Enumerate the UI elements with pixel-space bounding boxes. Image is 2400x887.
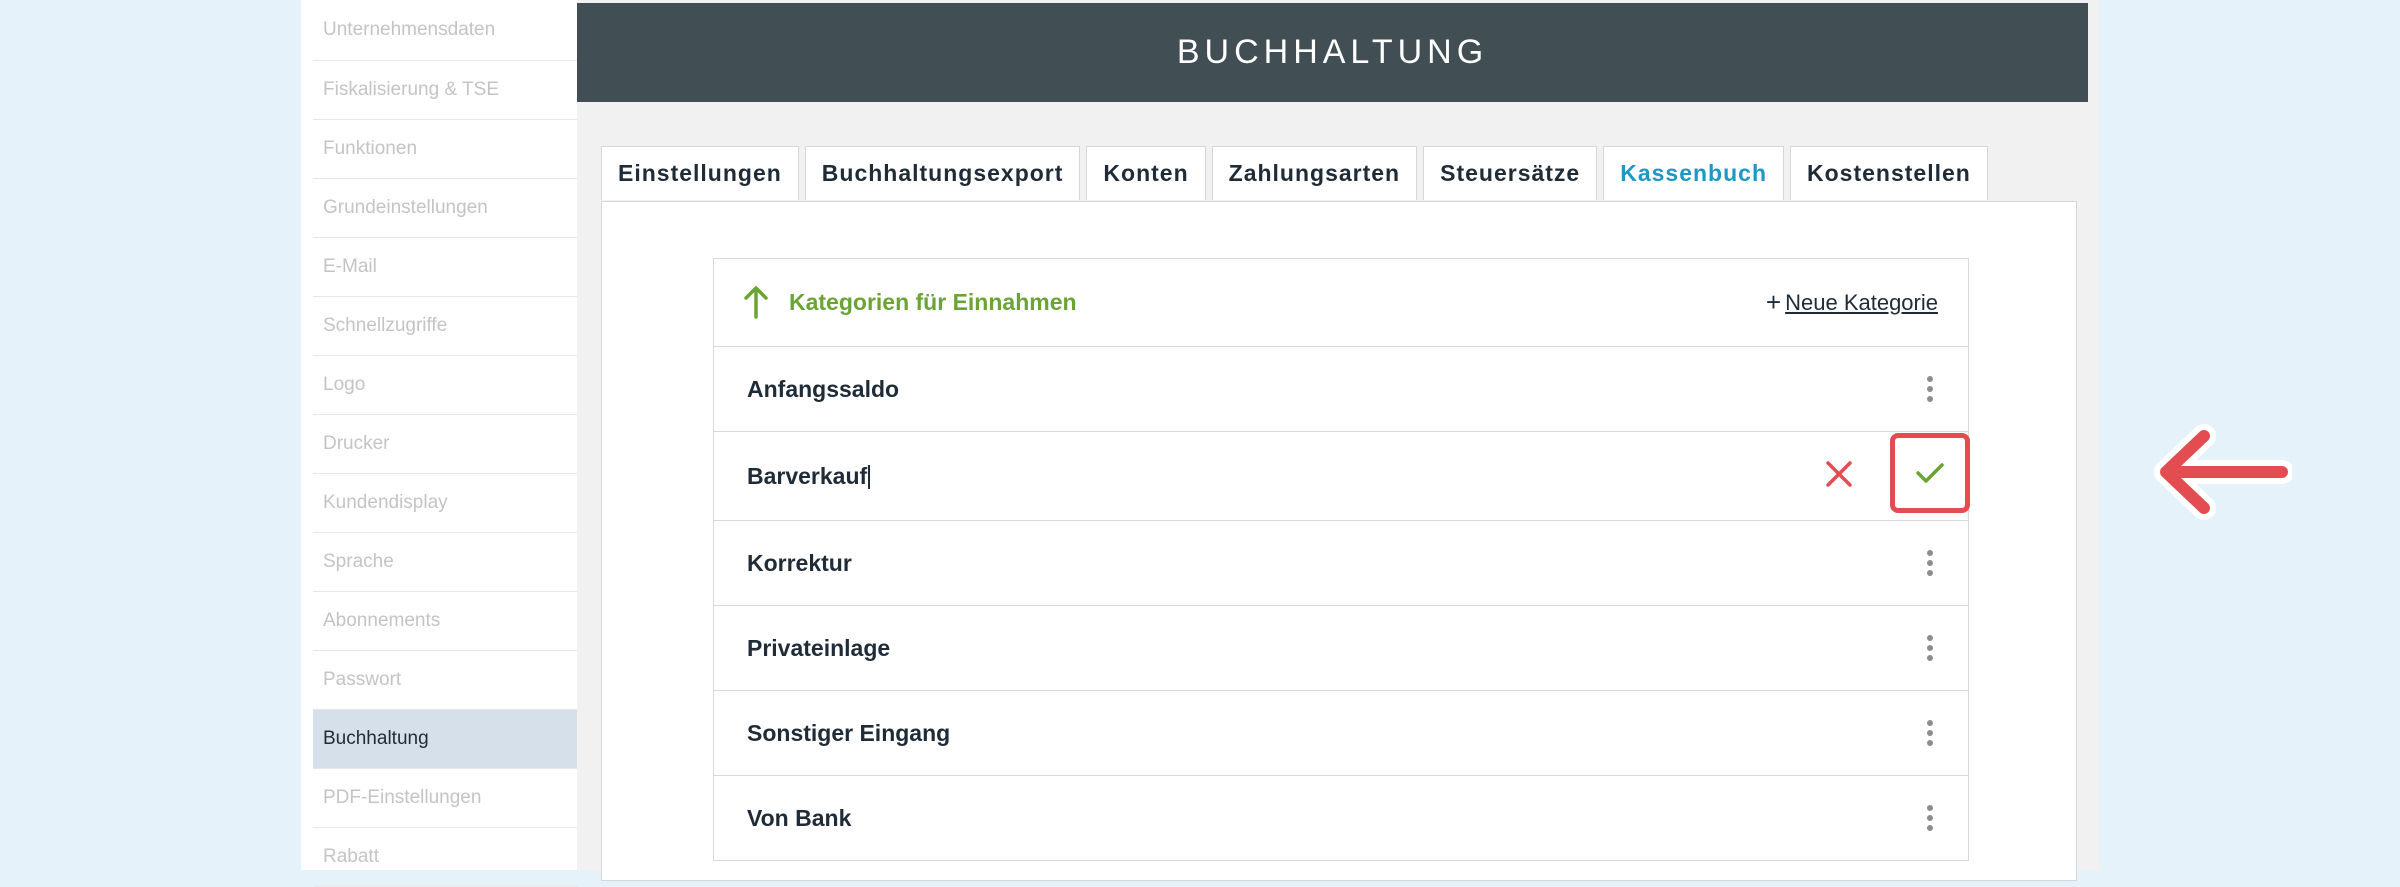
main-content: BUCHHALTUNG Einstellungen Buchhaltungsex… xyxy=(577,0,2099,881)
app-window: Unternehmensdaten Fiskalisierung & TSE F… xyxy=(301,0,2099,887)
tab-label: Kostenstellen xyxy=(1807,160,1971,186)
category-list-title: Kategorien für Einnahmen xyxy=(789,289,1077,315)
sidebar-item-label: Fiskalisierung & TSE xyxy=(323,79,499,100)
tab-zahlungsarten[interactable]: Zahlungsarten xyxy=(1211,146,1418,200)
sidebar-item-passwort[interactable]: Passwort xyxy=(313,651,577,710)
arrow-left-icon xyxy=(2154,424,2292,520)
tab-kassenbuch[interactable]: Kassenbuch xyxy=(1603,146,1784,200)
page-title: BUCHHALTUNG xyxy=(577,3,2088,102)
kebab-menu-icon[interactable] xyxy=(1926,805,1934,831)
sidebar-item-rabatt[interactable]: Rabatt xyxy=(313,828,577,887)
tab-einstellungen[interactable]: Einstellungen xyxy=(601,146,799,200)
sidebar-item-label: Buchhaltung xyxy=(323,728,429,749)
sidebar-item-unternehmensdaten[interactable]: Unternehmensdaten xyxy=(313,0,577,61)
close-icon[interactable] xyxy=(1825,460,1853,488)
category-row-editing[interactable]: Barverkauf xyxy=(714,432,1970,521)
category-row[interactable]: Von Bank xyxy=(714,776,1968,861)
category-name: Korrektur xyxy=(747,549,852,576)
tab-label: Einstellungen xyxy=(618,160,782,186)
category-name: Anfangssaldo xyxy=(747,375,900,402)
confirm-button[interactable] xyxy=(1890,433,1970,513)
tab-label: Konten xyxy=(1103,160,1189,186)
text-caret xyxy=(868,465,871,490)
check-icon xyxy=(1916,463,1944,483)
sidebar-item-grundeinstellungen[interactable]: Grundeinstellungen xyxy=(313,179,577,238)
tab-label: Steuersätze xyxy=(1440,160,1581,186)
tab-label: Buchhaltungsexport xyxy=(821,160,1064,186)
sidebar-item-email[interactable]: E-Mail xyxy=(313,238,577,297)
sidebar-item-label: Unternehmensdaten xyxy=(323,19,496,40)
sidebar-item-label: Drucker xyxy=(323,433,390,454)
sidebar-item-logo[interactable]: Logo xyxy=(313,356,577,415)
category-row[interactable]: Korrektur xyxy=(714,521,1968,606)
kebab-menu-icon[interactable] xyxy=(1926,635,1934,661)
tab-kostenstellen[interactable]: Kostenstellen xyxy=(1790,146,1988,200)
plus-icon: + xyxy=(1765,287,1782,317)
new-category-link[interactable]: + Neue Kategorie xyxy=(1766,287,1938,318)
sidebar-item-label: Grundeinstellungen xyxy=(323,197,488,218)
sidebar-item-fiskalisierung[interactable]: Fiskalisierung & TSE xyxy=(313,61,577,120)
category-name: Von Bank xyxy=(747,804,852,831)
category-name: Sonstiger Eingang xyxy=(747,719,951,746)
sidebar-item-label: Sprache xyxy=(323,551,394,572)
sidebar-item-abonnements[interactable]: Abonnements xyxy=(313,592,577,651)
tab-panel-kassenbuch: Kategorien für Einnahmen + Neue Kategori… xyxy=(601,201,2077,881)
new-category-label: Neue Kategorie xyxy=(1785,289,1938,315)
arrow-up-icon xyxy=(744,286,768,319)
sidebar-item-schnellzugriffe[interactable]: Schnellzugriffe xyxy=(313,297,577,356)
sidebar-item-label: Kundendisplay xyxy=(323,492,448,513)
sidebar-item-pdf-einstellungen[interactable]: PDF-Einstellungen xyxy=(313,769,577,828)
income-category-list: Kategorien für Einnahmen + Neue Kategori… xyxy=(713,258,1970,861)
sidebar-item-label: Funktionen xyxy=(323,138,418,159)
settings-sidebar: Unternehmensdaten Fiskalisierung & TSE F… xyxy=(313,0,577,887)
sidebar-item-label: Passwort xyxy=(323,669,402,690)
category-row[interactable]: Privateinlage xyxy=(714,606,1968,691)
sidebar-item-label: PDF-Einstellungen xyxy=(323,787,482,808)
sidebar-item-sprache[interactable]: Sprache xyxy=(313,533,577,592)
sidebar-item-funktionen[interactable]: Funktionen xyxy=(313,120,577,179)
tab-label: Kassenbuch xyxy=(1620,160,1767,186)
tab-konten[interactable]: Konten xyxy=(1086,146,1206,200)
category-row[interactable]: Anfangssaldo xyxy=(714,347,1968,432)
tab-label: Zahlungsarten xyxy=(1228,160,1401,186)
kebab-menu-icon[interactable] xyxy=(1926,376,1934,402)
sidebar-item-label: Abonnements xyxy=(323,610,441,631)
category-name-input[interactable]: Barverkauf xyxy=(747,462,871,490)
sidebar-item-label: Schnellzugriffe xyxy=(323,315,448,336)
tab-steuersaetze[interactable]: Steuersätze xyxy=(1423,146,1598,200)
sidebar-item-label: Rabatt xyxy=(323,846,379,867)
category-name-value: Barverkauf xyxy=(747,462,868,489)
tab-buchhaltungsexport[interactable]: Buchhaltungsexport xyxy=(804,146,1081,200)
sidebar-item-buchhaltung[interactable]: Buchhaltung xyxy=(313,710,577,769)
category-name: Privateinlage xyxy=(747,634,891,661)
sidebar-item-label: Logo xyxy=(323,374,366,395)
category-row[interactable]: Sonstiger Eingang xyxy=(714,691,1968,776)
kebab-menu-icon[interactable] xyxy=(1926,720,1934,746)
category-list-header: Kategorien für Einnahmen + Neue Kategori… xyxy=(714,259,1968,347)
sidebar-item-kundendisplay[interactable]: Kundendisplay xyxy=(313,474,577,533)
page-title-text: BUCHHALTUNG xyxy=(1176,33,1489,71)
sidebar-item-label: E-Mail xyxy=(323,256,377,277)
sidebar-item-drucker[interactable]: Drucker xyxy=(313,415,577,474)
tab-bar: Einstellungen Buchhaltungsexport Konten … xyxy=(601,146,1988,202)
kebab-menu-icon[interactable] xyxy=(1926,550,1934,576)
